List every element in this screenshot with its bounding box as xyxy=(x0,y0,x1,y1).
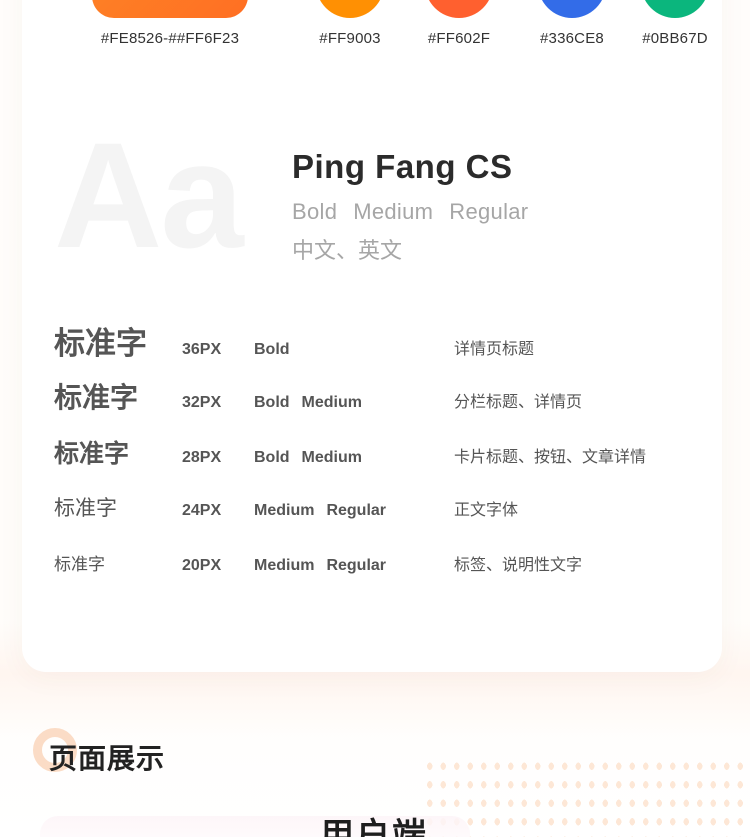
table-row: 标准字 28PX Bold Medium 卡片标题、按钮、文章详情 xyxy=(22,434,722,492)
font-weight-item: Bold xyxy=(292,199,338,225)
color-palette: #FE8526-##FF6F23 #FF9003 #FF602F #336CE8… xyxy=(22,0,722,70)
type-weight-item: Bold xyxy=(254,341,290,358)
font-info: Ping Fang CS Bold Medium Regular 中文、英文 xyxy=(292,146,544,265)
table-row: 标准字 20PX Medium Regular 标签、说明性文字 xyxy=(22,550,722,608)
font-showcase: Aa Ping Fang CS Bold Medium Regular 中文、英文 xyxy=(22,120,722,288)
type-weight-item: Bold xyxy=(254,394,290,411)
swatch-circle xyxy=(641,0,709,18)
type-weight-item: Medium xyxy=(254,502,315,519)
type-weight-item: Medium xyxy=(254,557,315,574)
font-family-name: Ping Fang CS xyxy=(292,148,513,185)
aa-watermark: Aa xyxy=(54,111,244,279)
swatch-hex-label: #FF602F xyxy=(427,30,491,47)
swatch-circle xyxy=(316,0,384,18)
swatch-rounded-rect xyxy=(92,0,248,18)
type-scale-table: 标准字 36PX Bold 详情页标题 标准字 32PX Bold Medium … xyxy=(22,318,722,608)
font-languages: 中文、英文 xyxy=(292,238,403,264)
type-weights: Bold Medium xyxy=(254,394,454,412)
swatch-hex-label: #FE8526-##FF6F23 xyxy=(100,30,240,47)
swatch-hex-label: #0BB67D xyxy=(642,30,708,47)
type-weight-item: Regular xyxy=(326,557,387,574)
swatch-hex-label: #336CE8 xyxy=(540,30,604,47)
type-usage: 分栏标题、详情页 xyxy=(454,394,583,411)
type-sample: 标准字 xyxy=(54,555,105,574)
table-row: 标准字 32PX Bold Medium 分栏标题、详情页 xyxy=(22,376,722,434)
type-size: 20PX xyxy=(182,557,222,574)
swatch-circle xyxy=(538,0,606,18)
color-swatch[interactable]: #FF602F xyxy=(425,0,493,47)
swatch-circle xyxy=(425,0,493,18)
type-weights: Bold xyxy=(254,341,454,359)
table-row: 标准字 24PX Medium Regular 正文字体 xyxy=(22,492,722,550)
font-weight-item: Regular xyxy=(449,199,529,225)
type-weight-item: Regular xyxy=(326,502,387,519)
section-title: 页面展示 xyxy=(49,743,166,774)
dot-grid-decoration xyxy=(420,754,750,837)
type-weight-item: Medium xyxy=(301,449,362,466)
type-size: 24PX xyxy=(182,502,222,519)
type-usage: 标签、说明性文字 xyxy=(454,557,583,574)
type-weights: Bold Medium xyxy=(254,449,454,467)
type-sample: 标准字 xyxy=(54,440,130,468)
font-weight-list: Bold Medium Regular xyxy=(292,199,544,225)
table-row: 标准字 36PX Bold 详情页标题 xyxy=(22,318,722,376)
type-size: 32PX xyxy=(182,394,222,411)
color-swatch[interactable]: #FE8526-##FF6F23 xyxy=(26,0,314,47)
bottom-headline: 用户端 xyxy=(320,817,428,837)
type-weights: Medium Regular xyxy=(254,557,454,575)
type-usage: 卡片标题、按钮、文章详情 xyxy=(454,449,647,466)
type-usage: 详情页标题 xyxy=(454,341,535,358)
type-weight-item: Medium xyxy=(301,394,362,411)
swatch-hex-label: #FF9003 xyxy=(319,30,381,47)
type-weights: Medium Regular xyxy=(254,502,454,520)
font-weight-item: Medium xyxy=(353,199,434,225)
type-size: 28PX xyxy=(182,449,222,466)
color-swatch[interactable]: #336CE8 xyxy=(538,0,606,47)
type-sample: 标准字 xyxy=(54,382,139,413)
type-weight-item: Bold xyxy=(254,449,290,466)
color-swatch[interactable]: #FF9003 xyxy=(316,0,384,47)
color-swatch[interactable]: #0BB67D xyxy=(641,0,709,47)
type-usage: 正文字体 xyxy=(454,502,519,519)
type-sample: 标准字 xyxy=(54,326,147,361)
type-sample: 标准字 xyxy=(54,497,117,520)
type-size: 36PX xyxy=(182,341,222,358)
